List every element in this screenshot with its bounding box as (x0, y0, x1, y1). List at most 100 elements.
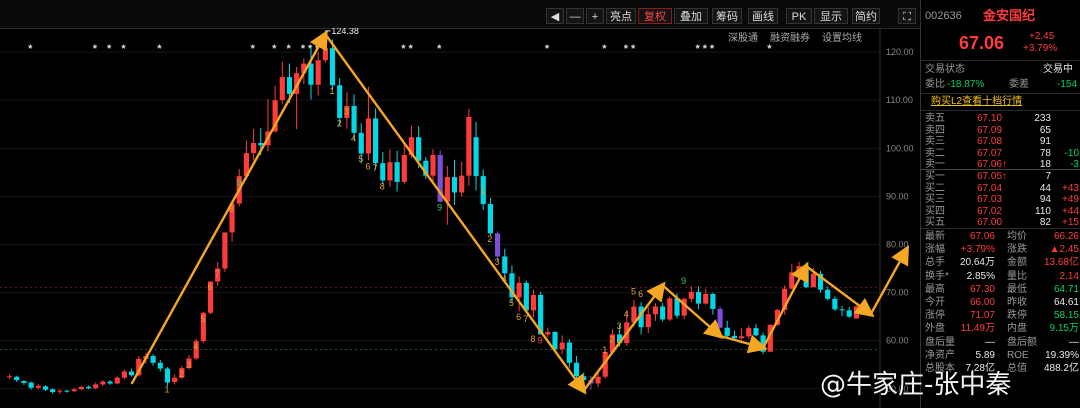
candle-body[interactable] (502, 256, 508, 274)
candle-body[interactable] (387, 162, 393, 181)
zoom-out-button[interactable]: — (566, 8, 584, 24)
candle-body[interactable] (703, 294, 709, 304)
candle-body[interactable] (523, 282, 529, 311)
candle-body[interactable] (14, 376, 20, 381)
candle-body[interactable] (652, 306, 659, 315)
candle-body[interactable] (93, 384, 99, 389)
candle-body[interactable] (121, 371, 127, 378)
candle-body[interactable] (308, 63, 314, 85)
candle-body[interactable] (365, 118, 371, 154)
candle-body[interactable] (114, 377, 120, 384)
candle-body[interactable] (21, 381, 27, 383)
candle-body[interactable] (64, 390, 70, 392)
candle-body[interactable] (42, 386, 49, 390)
candle-body[interactable] (35, 385, 41, 388)
candle-body[interactable] (853, 306, 859, 319)
candle-body[interactable] (746, 328, 752, 337)
candle-body[interactable] (71, 389, 77, 392)
candle-body[interactable] (789, 272, 795, 289)
candle-body[interactable] (222, 232, 228, 269)
candle-body[interactable] (150, 356, 156, 363)
candle-body[interactable] (645, 314, 651, 328)
candle-body[interactable] (358, 132, 364, 154)
candle-body[interactable] (373, 118, 379, 164)
candle-body[interactable] (7, 376, 13, 378)
candle-body[interactable] (394, 162, 400, 182)
candle-body[interactable] (487, 204, 493, 234)
candle-body[interactable] (107, 381, 113, 384)
candle-body[interactable] (430, 154, 436, 176)
candle-body[interactable] (315, 60, 321, 85)
candle-body[interactable] (846, 310, 852, 317)
ask-row[interactable]: 卖四 67.09 65 (921, 125, 1080, 137)
candle-body[interactable] (724, 327, 730, 336)
candle-body[interactable] (731, 335, 737, 339)
candle-body[interactable] (401, 154, 407, 182)
candle-body[interactable] (753, 328, 759, 336)
candle-body[interactable] (825, 289, 831, 299)
candle-body[interactable] (667, 298, 673, 320)
candle-body[interactable] (739, 336, 745, 339)
chips-button[interactable]: 筹码 (712, 8, 742, 24)
l2-purchase-link[interactable]: 购买L2查看十档行情 (931, 96, 1022, 108)
candle-body[interactable] (286, 77, 293, 94)
candle-body[interactable] (85, 386, 92, 389)
bid-row[interactable]: 买三 67.03 94 +49 (921, 194, 1080, 206)
candle-body[interactable] (100, 381, 106, 385)
candle-body[interactable] (695, 292, 702, 304)
candle-body[interactable] (50, 389, 56, 393)
candle-body[interactable] (351, 105, 357, 133)
candle-body[interactable] (337, 85, 343, 118)
candle-body[interactable] (717, 308, 723, 328)
highlight-button[interactable]: 亮点 (606, 8, 636, 24)
candle-body[interactable] (810, 273, 816, 288)
candle-body[interactable] (28, 382, 34, 388)
candle-body[interactable] (573, 362, 580, 377)
ask-row[interactable]: 卖二 67.07 78 -10 (921, 148, 1080, 160)
candle-body[interactable] (516, 282, 522, 298)
display-dropdown[interactable]: 显示 (814, 8, 848, 24)
candle-body[interactable] (57, 390, 63, 392)
candle-body[interactable] (839, 309, 845, 311)
candle-body[interactable] (559, 342, 565, 350)
candle-body[interactable] (459, 175, 465, 193)
bid-row[interactable]: 买二 67.04 44 +43 (921, 183, 1080, 195)
candle-body[interactable] (157, 362, 163, 369)
overlay-dropdown[interactable]: 叠加 (674, 8, 708, 24)
candle-body[interactable] (172, 377, 178, 383)
candle-body[interactable] (473, 137, 479, 177)
candle-body[interactable] (566, 342, 572, 363)
zoom-in-button[interactable]: + (586, 8, 604, 24)
kline-chart[interactable]: 120.00110.00100.0090.0080.0070.0060.0050… (0, 28, 920, 408)
candle-body[interactable] (796, 266, 802, 273)
candle-body[interactable] (530, 294, 537, 311)
bid-row[interactable]: 买四 67.02 110 +44 (921, 206, 1080, 218)
draw-line-button[interactable]: 画线 (748, 8, 778, 24)
candle-body[interactable] (688, 292, 694, 299)
candle-body[interactable] (129, 371, 135, 376)
candle-body[interactable] (581, 376, 587, 381)
candle-body[interactable] (329, 48, 336, 86)
candle-body[interactable] (444, 177, 450, 202)
expand-icon[interactable]: ⛶ (898, 8, 916, 24)
candle-body[interactable] (164, 368, 171, 383)
candle-body[interactable] (258, 142, 264, 146)
candle-body[interactable] (251, 142, 257, 154)
candle-body[interactable] (78, 386, 84, 390)
candle-body[interactable] (710, 294, 716, 309)
candle-body[interactable] (322, 48, 328, 61)
candle-body[interactable] (495, 233, 501, 257)
simple-mode-button[interactable]: 简约 (852, 8, 880, 24)
ask-row[interactable]: 卖五 67.10 233 (921, 113, 1080, 125)
bid-row[interactable]: 买一 67.05↑ 7 (921, 171, 1080, 183)
candle-body[interactable] (832, 298, 838, 310)
candle-body[interactable] (595, 376, 601, 384)
candle-body[interactable] (660, 306, 666, 320)
scroll-left-button[interactable]: ◀ (546, 8, 564, 24)
candle-body[interactable] (466, 116, 472, 176)
candle-body[interactable] (279, 77, 285, 101)
candle-body[interactable] (545, 332, 551, 335)
adjust-price-dropdown[interactable]: 复权 (638, 8, 672, 24)
pk-button[interactable]: PK (786, 8, 812, 24)
candle-body[interactable] (416, 137, 422, 161)
